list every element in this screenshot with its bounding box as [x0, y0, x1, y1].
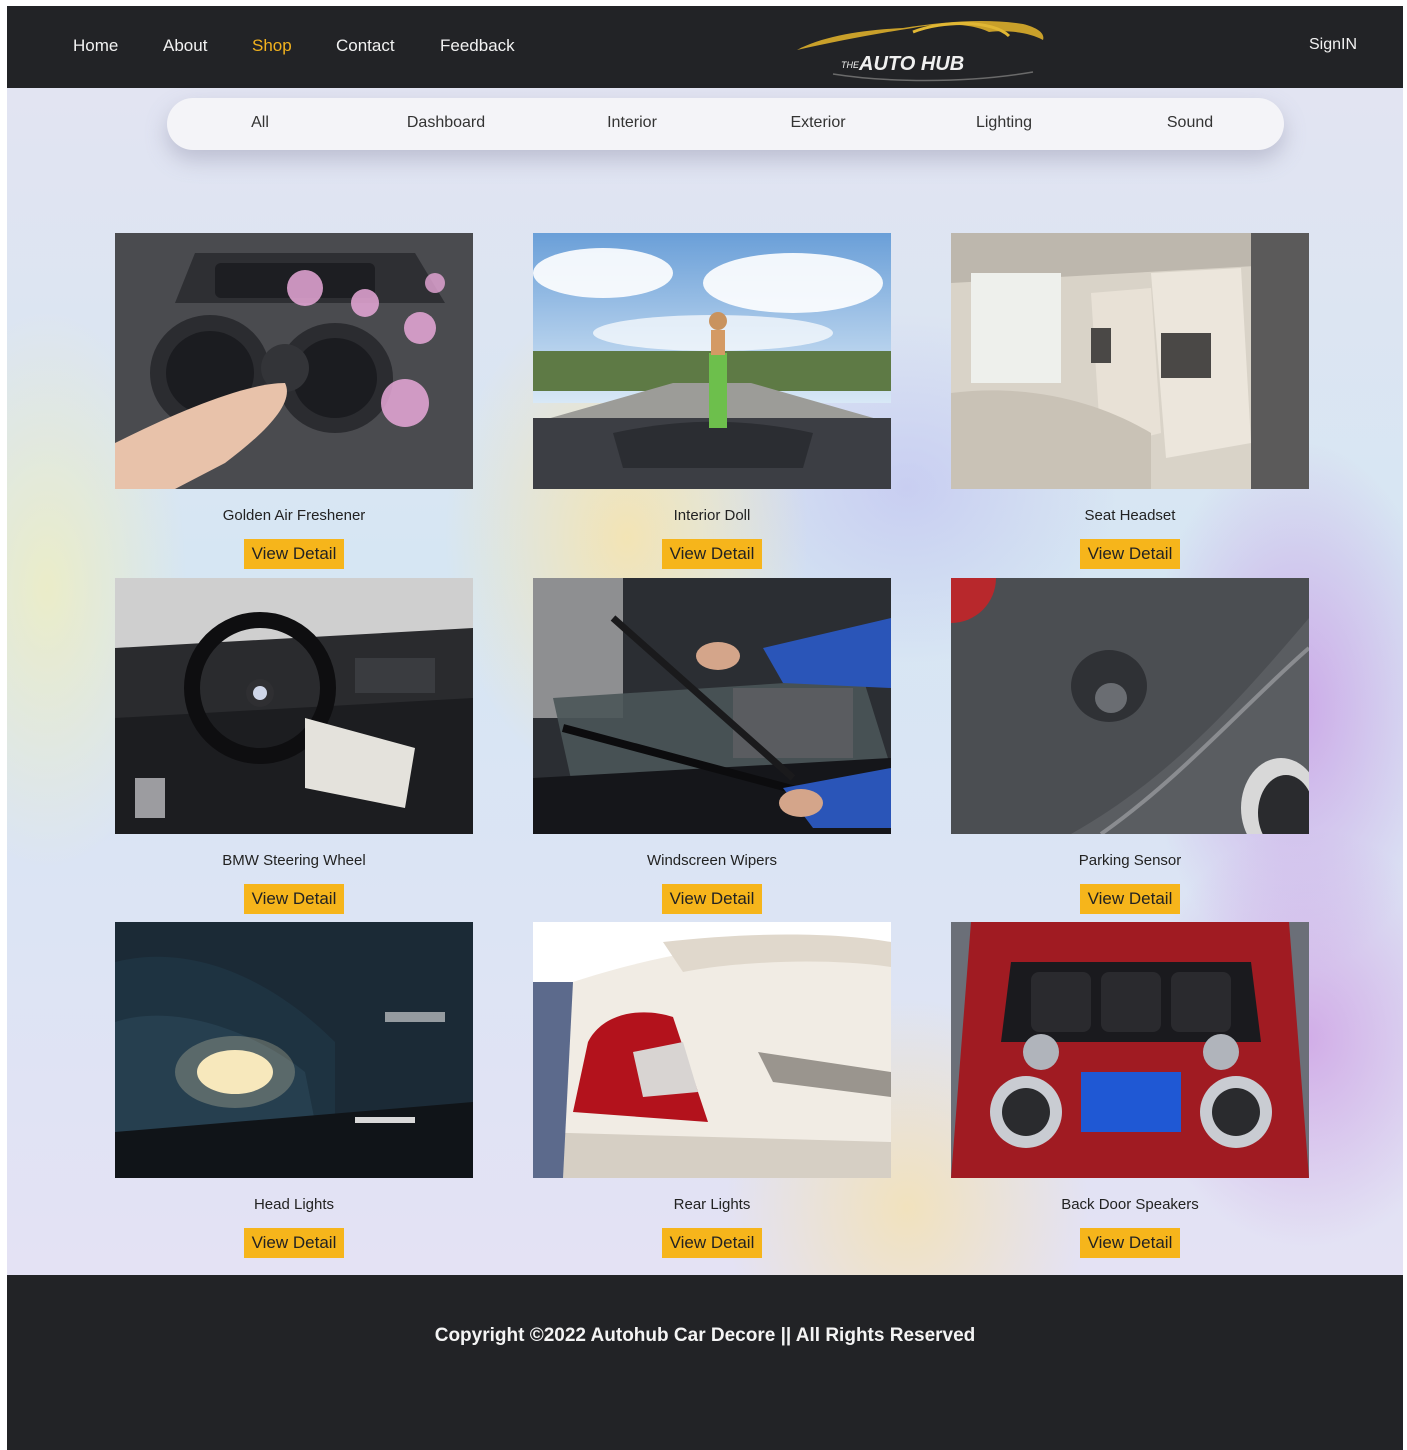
product-name: Seat Headset — [1084, 507, 1176, 524]
footer: Copyright ©2022 Autohub Car Decore || Al… — [7, 1275, 1403, 1450]
copyright-text: Copyright ©2022 Autohub Car Decore || Al… — [434, 1325, 976, 1346]
view-detail-button[interactable]: View Detail — [662, 1228, 762, 1258]
signin-link[interactable]: SignIN — [1309, 36, 1357, 54]
shop-main: All Dashboard Interior Exterior Lighting… — [7, 88, 1403, 1275]
product-name: BMW Steering Wheel — [222, 852, 366, 869]
product-image-steering-wheel[interactable] — [115, 578, 473, 834]
product-card: Back Door Speakers View Detail — [951, 922, 1309, 1258]
filter-sound[interactable]: Sound — [1167, 114, 1213, 132]
nav-shop[interactable]: Shop — [252, 36, 292, 56]
view-detail-button[interactable]: View Detail — [244, 539, 344, 569]
product-image-back-door-speakers[interactable] — [951, 922, 1309, 1178]
view-detail-button[interactable]: View Detail — [1080, 1228, 1180, 1258]
nav-contact[interactable]: Contact — [336, 36, 395, 56]
product-card: Parking Sensor View Detail — [951, 578, 1309, 914]
product-name: Rear Lights — [673, 1196, 751, 1213]
product-image-air-freshener[interactable] — [115, 233, 473, 489]
view-detail-button[interactable]: View Detail — [662, 539, 762, 569]
product-image-windscreen-wipers[interactable] — [533, 578, 891, 834]
page-frame: Home About Shop Contact Feedback THE AUT… — [7, 6, 1403, 1450]
product-name: Parking Sensor — [1078, 852, 1182, 869]
product-card: Interior Doll View Detail — [533, 233, 891, 569]
filter-exterior[interactable]: Exterior — [790, 114, 845, 132]
product-name: Head Lights — [253, 1196, 335, 1213]
filter-lighting[interactable]: Lighting — [976, 114, 1032, 132]
category-filter-bar: All Dashboard Interior Exterior Lighting… — [167, 98, 1284, 150]
header: Home About Shop Contact Feedback THE AUT… — [7, 6, 1403, 88]
nav-about[interactable]: About — [163, 36, 207, 56]
product-card: Windscreen Wipers View Detail — [533, 578, 891, 914]
nav-feedback[interactable]: Feedback — [440, 36, 515, 56]
view-detail-button[interactable]: View Detail — [662, 884, 762, 914]
autohub-logo[interactable]: THE AUTO HUB — [793, 12, 1049, 84]
filter-interior[interactable]: Interior — [607, 114, 657, 132]
product-name: Windscreen Wipers — [646, 852, 778, 869]
product-card: Golden Air Freshener View Detail — [115, 233, 473, 569]
product-card: Rear Lights View Detail — [533, 922, 891, 1258]
view-detail-button[interactable]: View Detail — [244, 1228, 344, 1258]
product-image-parking-sensor[interactable] — [951, 578, 1309, 834]
view-detail-button[interactable]: View Detail — [244, 884, 344, 914]
product-image-head-lights[interactable] — [115, 922, 473, 1178]
product-name: Interior Doll — [673, 507, 751, 524]
product-card: BMW Steering Wheel View Detail — [115, 578, 473, 914]
product-image-rear-lights[interactable] — [533, 922, 891, 1178]
filter-dashboard[interactable]: Dashboard — [407, 114, 485, 132]
product-image-interior-doll[interactable] — [533, 233, 891, 489]
logo-small-text: THE — [841, 60, 860, 70]
product-card: Head Lights View Detail — [115, 922, 473, 1258]
nav-home[interactable]: Home — [73, 36, 118, 56]
product-card: Seat Headset View Detail — [951, 233, 1309, 569]
logo-text: AUTO HUB — [858, 53, 964, 75]
product-image-seat-headset[interactable] — [951, 233, 1309, 489]
product-name: Golden Air Freshener — [222, 507, 366, 524]
filter-all[interactable]: All — [251, 114, 269, 132]
view-detail-button[interactable]: View Detail — [1080, 539, 1180, 569]
view-detail-button[interactable]: View Detail — [1080, 884, 1180, 914]
product-name: Back Door Speakers — [1061, 1196, 1199, 1213]
